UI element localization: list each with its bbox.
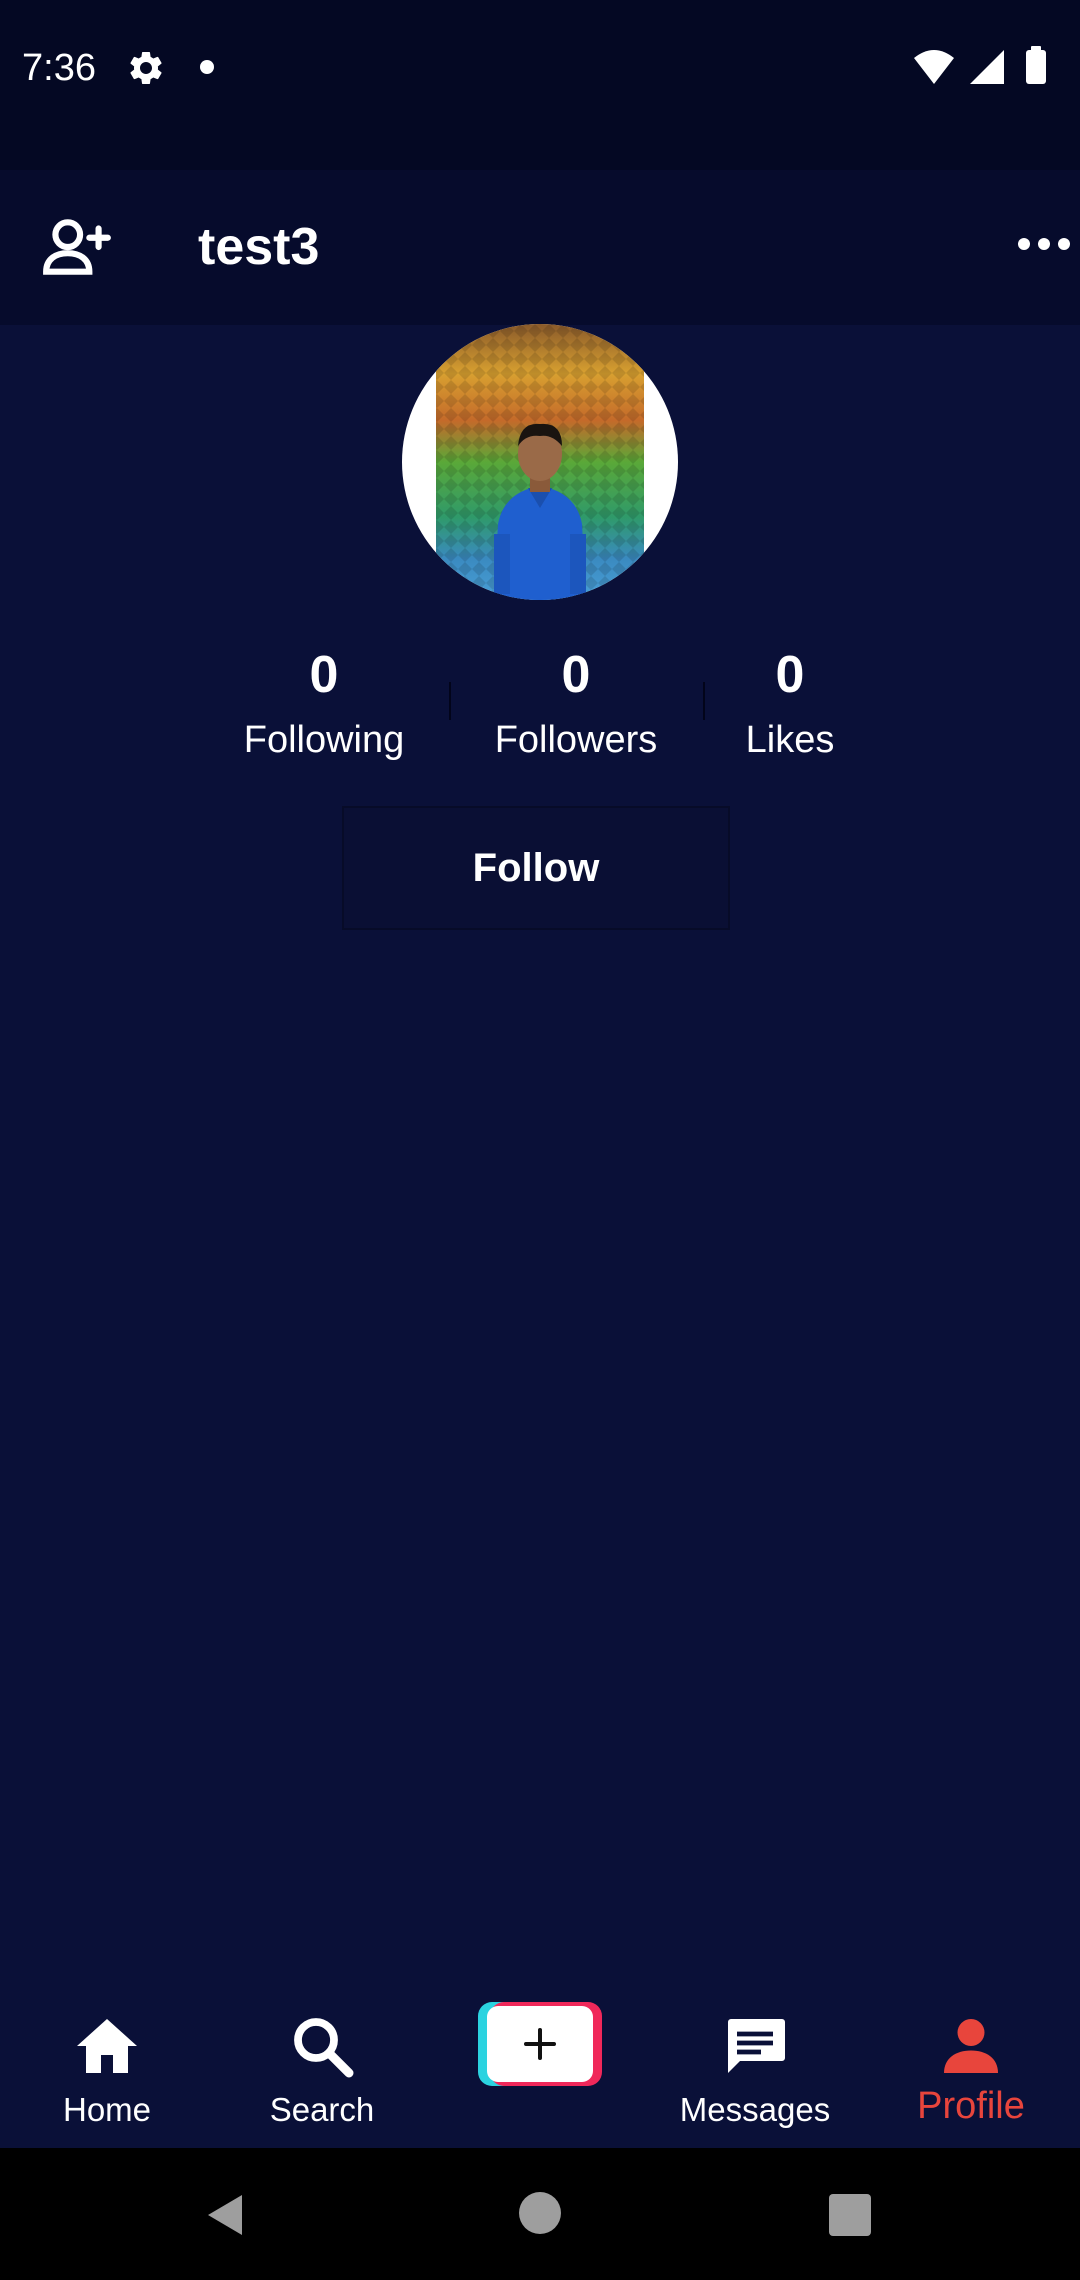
profile-header: test3 [0, 170, 1080, 325]
settings-gear-icon [130, 51, 162, 84]
home-button-icon[interactable] [519, 2192, 561, 2234]
profile-stats: 0 Following 0 Followers 0 Likes [0, 640, 1080, 770]
add-user-icon[interactable] [40, 210, 114, 284]
cellular-signal-icon [970, 50, 1004, 84]
nav-label-search: Search [269, 2091, 375, 2128]
stat-divider [449, 682, 451, 720]
search-icon [294, 2018, 354, 2078]
likes-count: 0 [775, 646, 805, 704]
likes-label: Likes [745, 719, 835, 761]
avatar[interactable] [402, 324, 678, 600]
notification-dot-icon [200, 60, 214, 74]
following-label: Following [243, 719, 405, 761]
nav-item-search[interactable]: Search [222, 1990, 422, 2148]
battery-icon [1026, 46, 1046, 84]
status-indicators [914, 46, 1046, 84]
following-count: 0 [309, 646, 339, 704]
stat-following[interactable]: 0 Following [204, 640, 444, 768]
follow-button[interactable]: Follow [342, 806, 730, 930]
create-video-button[interactable] [478, 2002, 602, 2086]
status-time: 7:36 [22, 47, 96, 89]
profile-icon [944, 2019, 998, 2073]
nav-item-home[interactable]: Home [7, 1990, 207, 2148]
messages-icon [728, 2019, 785, 2073]
more-options-icon[interactable] [1014, 224, 1074, 264]
stat-followers[interactable]: 0 Followers [456, 640, 696, 768]
avatar-photo [436, 324, 644, 600]
status-bar: 7:36 [0, 0, 1080, 170]
nav-label-messages: Messages [679, 2091, 831, 2128]
wifi-icon [914, 50, 954, 84]
system-navigation-bar [0, 2148, 1080, 2280]
nav-label-profile: Profile [917, 2085, 1025, 2127]
followers-count: 0 [561, 646, 591, 704]
nav-item-messages[interactable]: Messages [655, 1990, 855, 2148]
followers-label: Followers [494, 719, 658, 761]
recent-apps-icon[interactable] [829, 2194, 871, 2236]
stat-likes[interactable]: 0 Likes [670, 640, 910, 768]
nav-item-profile[interactable]: Profile [871, 1990, 1071, 2148]
page-title: test3 [198, 218, 320, 276]
home-icon [77, 2019, 137, 2073]
profile-screen: 7:36 test3 0 Following 0 Followers 0 Lik… [0, 0, 1080, 2280]
back-icon[interactable] [200, 2190, 250, 2240]
nav-label-home: Home [62, 2091, 152, 2128]
